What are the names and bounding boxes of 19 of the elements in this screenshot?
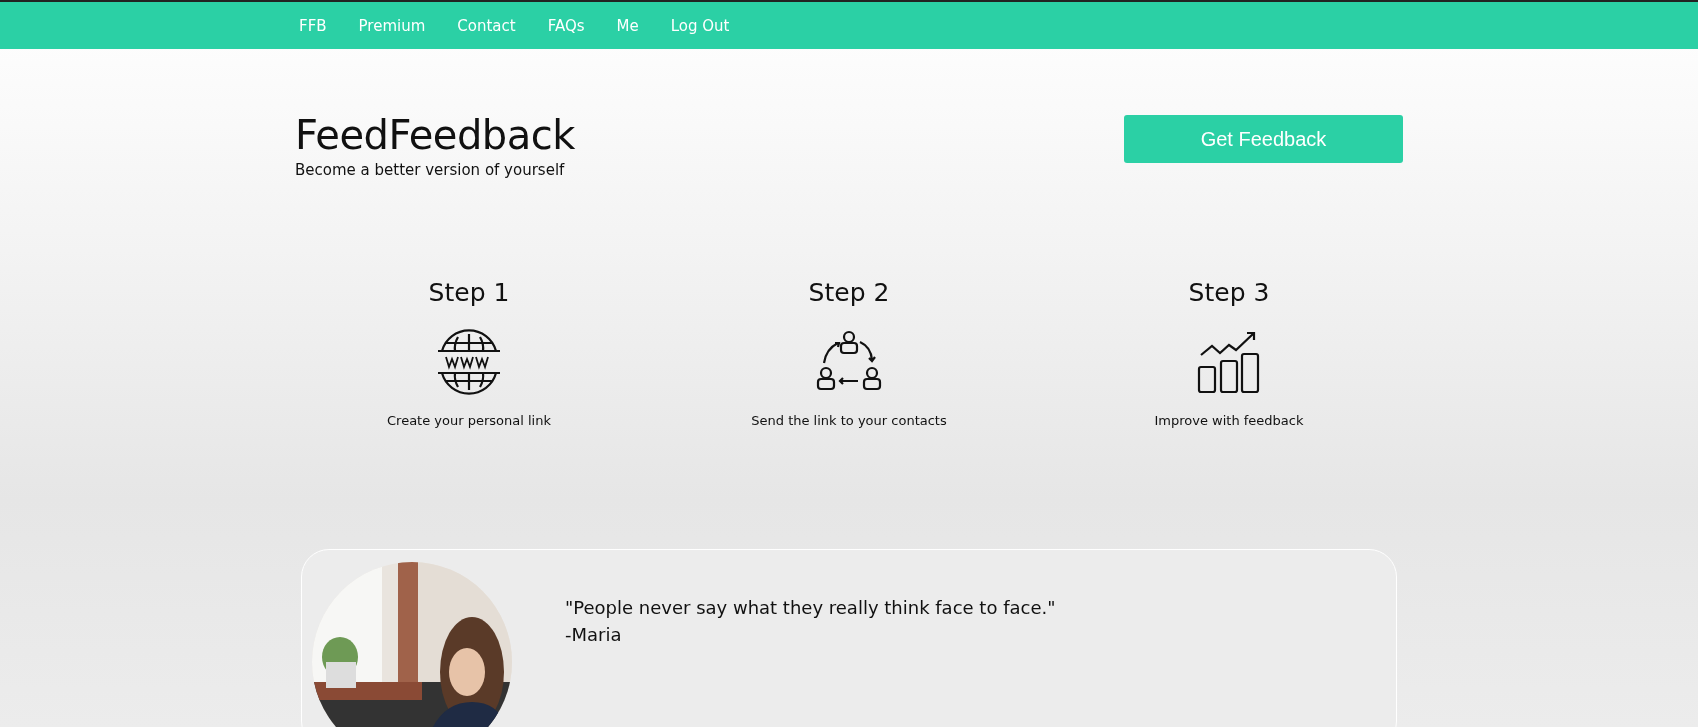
- nav-link[interactable]: Log Out: [670, 16, 730, 35]
- site-title: FeedFeedback: [295, 111, 575, 159]
- bar-chart-icon: [1196, 329, 1262, 395]
- globe-icon: [436, 329, 502, 395]
- step-caption: Send the link to your contacts: [751, 412, 947, 430]
- step-caption: Create your personal link: [387, 412, 551, 430]
- nav-link[interactable]: Premium: [358, 16, 426, 35]
- step-caption: Improve with feedback: [1154, 412, 1304, 430]
- tagline: Become a better version of yourself: [295, 160, 566, 181]
- get-feedback-button[interactable]: Get Feedback: [1124, 115, 1403, 163]
- nav-link[interactable]: Me: [616, 16, 639, 35]
- brand-link[interactable]: FFB: [299, 16, 327, 35]
- nav-link[interactable]: FAQs: [547, 16, 585, 35]
- step-title: Step 1: [428, 276, 510, 309]
- step-title: Step 2: [808, 276, 890, 309]
- quote: "People never say what they really think face to face.": [565, 595, 1056, 620]
- nav-link[interactable]: Contact: [457, 16, 516, 35]
- quote-author: -Maria: [565, 622, 623, 647]
- step-title: Step 3: [1188, 276, 1270, 309]
